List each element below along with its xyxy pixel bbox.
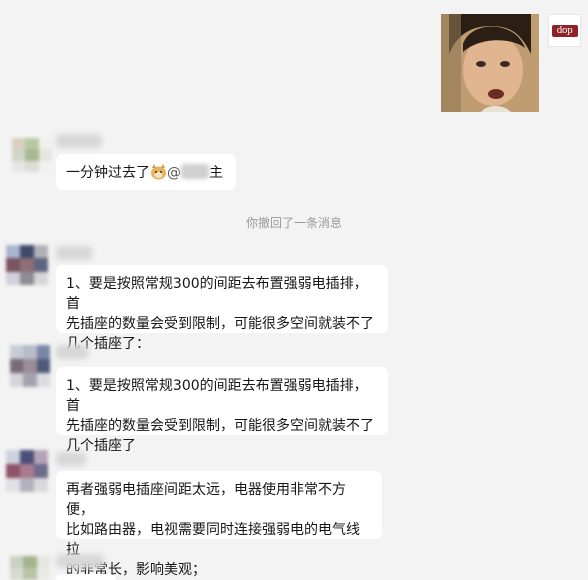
sender-name-redacted: [56, 452, 86, 466]
sender-name-redacted: [56, 134, 102, 148]
message-line: 几个插座了：: [66, 336, 150, 352]
message-line: 先插座的数量会受到限制，可能很多空间就装不了: [66, 316, 374, 332]
sender-avatar[interactable]: [10, 345, 50, 387]
message-bubble-partial[interactable]: [56, 574, 116, 580]
sender-name-redacted: [56, 554, 104, 568]
message-bubble[interactable]: 1、要是按照常规300的间距去布置强弱电插排，首 先插座的数量会受到限制，可能很…: [56, 367, 388, 454]
sender-avatar[interactable]: [6, 245, 48, 285]
message-line: 比如路由器，电视需要同时连接强弱电的电气线拉: [66, 522, 360, 558]
message-line: 再者强弱电插座间距太远，电器使用非常不方便，: [66, 482, 346, 518]
message-text: 一分钟过去了: [66, 165, 150, 181]
message-line: 先插座的数量会受到限制，可能很多空间就装不了: [66, 418, 374, 434]
face-photo-icon: [441, 14, 539, 112]
doge-emoji-icon: [151, 164, 166, 180]
sender-avatar[interactable]: [6, 450, 48, 492]
message-bubble[interactable]: 1、要是按照常规300的间距去布置强弱电插排，首 先插座的数量会受到限制，可能很…: [56, 265, 388, 352]
recall-notice: 你撤回了一条消息: [245, 216, 342, 230]
brand-logo-text: dop: [551, 24, 578, 37]
message-line: 几个插座了: [66, 438, 136, 454]
message-line: 1、要是按照常规300的间距去布置强弱电插排，首: [66, 276, 368, 312]
mention-redacted: [181, 164, 209, 179]
at-icon: @: [167, 165, 181, 181]
message-line: 1、要是按照常规300的间距去布置强弱电插排，首: [66, 378, 368, 414]
user-photo-avatar[interactable]: [441, 14, 539, 112]
brand-logo: dop: [548, 14, 581, 47]
message-bubble[interactable]: 再者强弱电插座间距太远，电器使用非常不方便， 比如路由器，电视需要同时连接强弱电…: [56, 471, 382, 578]
sender-avatar[interactable]: [12, 138, 52, 172]
message-bubble[interactable]: 一分钟过去了 @ 主: [56, 154, 236, 190]
message-text-tail: 主: [209, 165, 223, 181]
sender-name-redacted: [56, 345, 88, 359]
sender-avatar[interactable]: [10, 556, 50, 580]
sender-name-redacted: [56, 246, 92, 260]
